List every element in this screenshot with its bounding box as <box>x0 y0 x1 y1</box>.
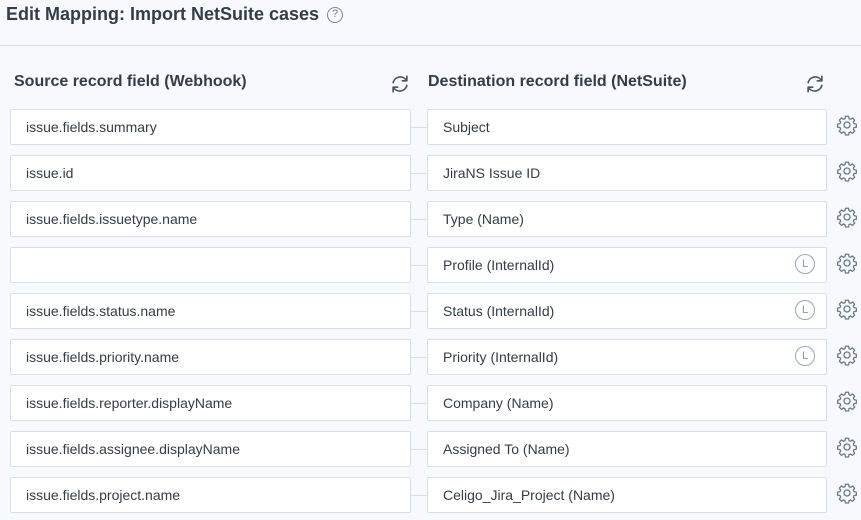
gear-icon[interactable] <box>836 482 858 504</box>
destination-field-input[interactable]: Status (InternalId) L <box>427 293 827 329</box>
destination-field-input[interactable]: Priority (InternalId) L <box>427 339 827 375</box>
destination-field-input[interactable]: Company (Name) <box>427 385 827 421</box>
mapping-connector <box>411 495 427 496</box>
source-field-input[interactable]: issue.fields.status.name <box>10 293 411 329</box>
destination-field-input[interactable]: Celigo_Jira_Project (Name) <box>427 477 827 513</box>
source-field-input[interactable]: issue.fields.project.name <box>10 477 411 513</box>
gear-icon[interactable] <box>836 436 858 458</box>
mapping-connector <box>411 173 427 174</box>
page-header: Edit Mapping: Import NetSuite cases ? <box>0 0 861 46</box>
destination-field-input[interactable]: Assigned To (Name) <box>427 431 827 467</box>
mapping-connector <box>411 403 427 404</box>
destination-field-label: Type (Name) <box>443 211 524 227</box>
destination-field-label: Subject <box>443 119 490 135</box>
destination-field-input[interactable]: Type (Name) <box>427 201 827 237</box>
mapping-connector <box>411 449 427 450</box>
gear-icon[interactable] <box>836 390 858 412</box>
destination-field-label: JiraNS Issue ID <box>443 165 541 181</box>
source-field-input[interactable]: issue.fields.issuetype.name <box>10 201 411 237</box>
gear-icon[interactable] <box>836 160 858 182</box>
lookup-icon[interactable]: L <box>795 300 815 320</box>
mapping-connector <box>411 357 427 358</box>
gear-icon[interactable] <box>836 114 858 136</box>
refresh-icon[interactable] <box>389 73 411 95</box>
refresh-icon[interactable] <box>804 73 826 95</box>
destination-column-header: Destination record field (NetSuite) <box>428 73 687 90</box>
gear-icon[interactable] <box>836 252 858 274</box>
source-field-input[interactable] <box>10 247 411 283</box>
destination-field-label: Status (InternalId) <box>443 303 555 319</box>
destination-field-label: Assigned To (Name) <box>443 441 570 457</box>
destination-field-label: Priority (InternalId) <box>443 349 559 365</box>
mapping-connector <box>411 127 427 128</box>
gear-icon[interactable] <box>836 298 858 320</box>
mapping-connector <box>411 219 427 220</box>
gear-icon[interactable] <box>836 344 858 366</box>
help-circle-icon[interactable]: ? <box>327 7 343 23</box>
source-field-input[interactable]: issue.fields.summary <box>10 109 411 145</box>
destination-field-label: Company (Name) <box>443 395 554 411</box>
destination-field-input[interactable]: Profile (InternalId) L <box>427 247 827 283</box>
gear-icon[interactable] <box>836 206 858 228</box>
lookup-icon[interactable]: L <box>795 254 815 274</box>
page-title: Edit Mapping: Import NetSuite cases <box>6 4 320 24</box>
mapping-connector <box>411 311 427 312</box>
source-field-input[interactable]: issue.id <box>10 155 411 191</box>
destination-field-label: Celigo_Jira_Project (Name) <box>443 487 615 503</box>
source-field-input[interactable]: issue.fields.priority.name <box>10 339 411 375</box>
source-column-header: Source record field (Webhook) <box>14 73 247 90</box>
mapping-connector <box>411 265 427 266</box>
destination-field-label: Profile (InternalId) <box>443 257 555 273</box>
source-field-input[interactable]: issue.fields.assignee.displayName <box>10 431 411 467</box>
source-field-input[interactable]: issue.fields.reporter.displayName <box>10 385 411 421</box>
destination-field-input[interactable]: JiraNS Issue ID <box>427 155 827 191</box>
lookup-icon[interactable]: L <box>795 346 815 366</box>
destination-field-input[interactable]: Subject <box>427 109 827 145</box>
